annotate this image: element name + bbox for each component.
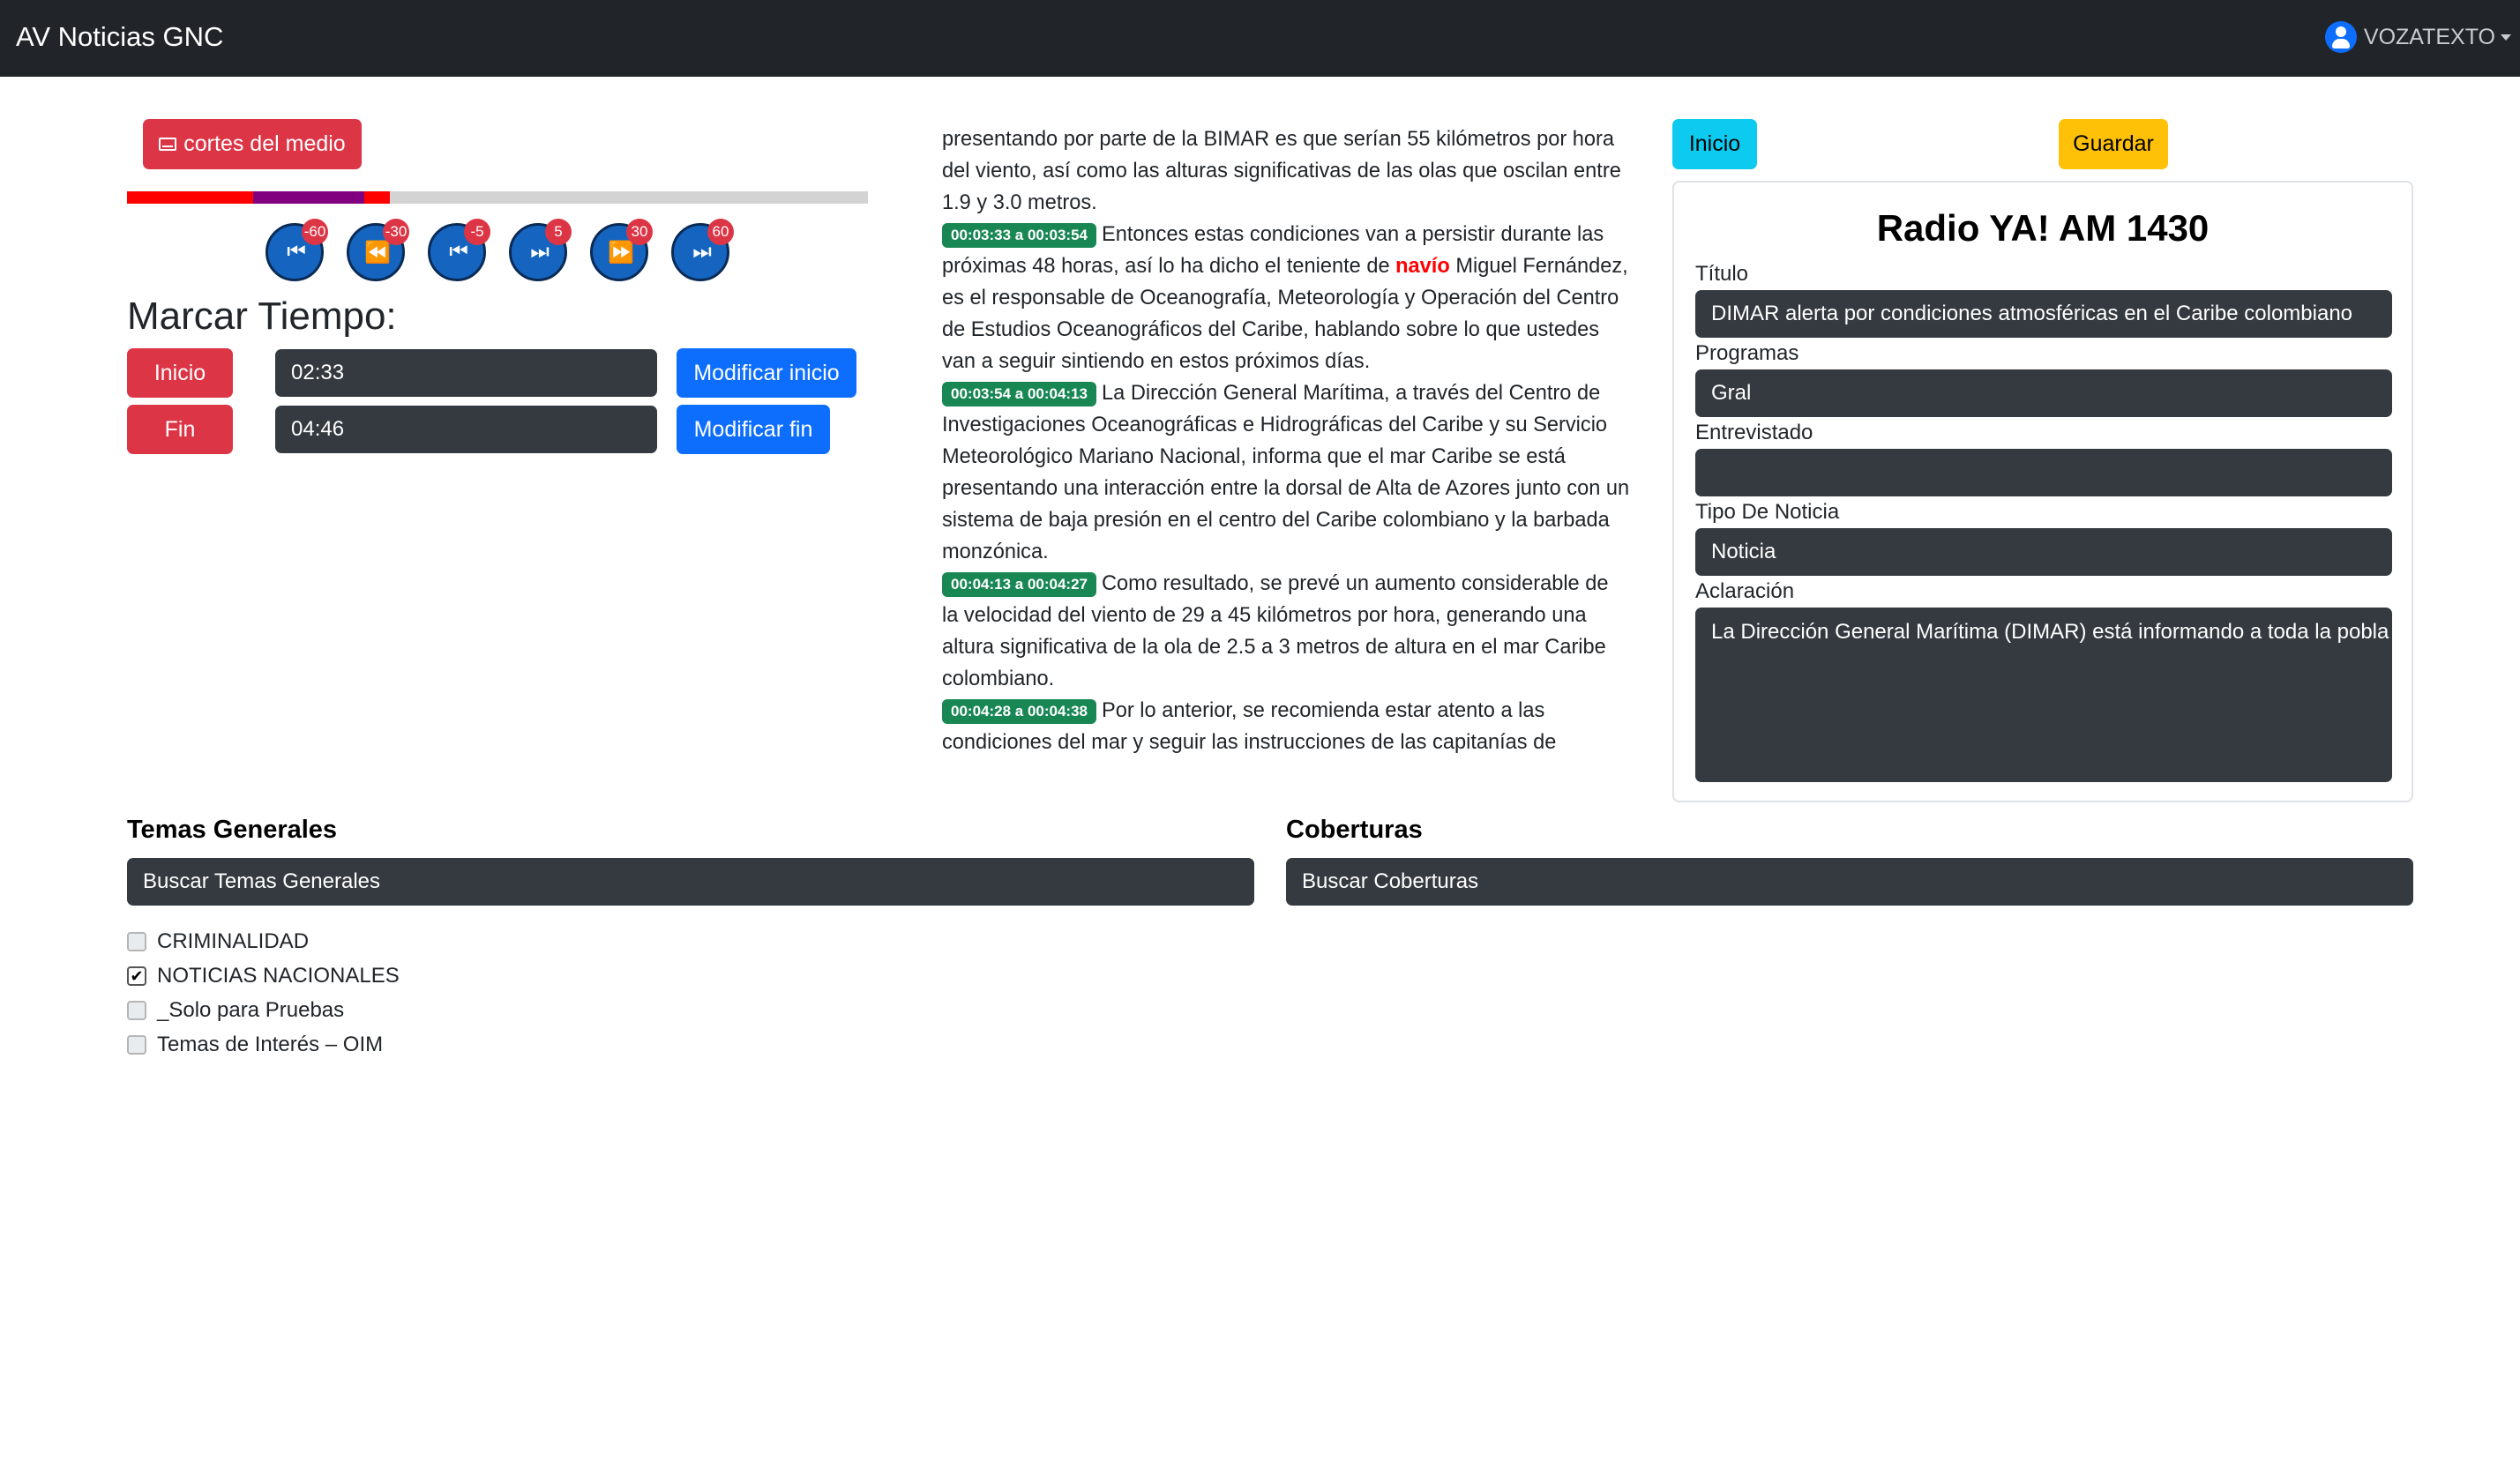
app-brand[interactable]: AV Noticias GNC [16, 21, 223, 53]
checkbox[interactable] [127, 1001, 146, 1020]
transcript-segment: 00:03:54 a 00:04:13 La Dirección General … [942, 377, 1630, 568]
progress-segment [127, 191, 253, 204]
titulo-input[interactable]: DIMAR alerta por condiciones atmosférica… [1695, 290, 2392, 338]
programas-select[interactable]: Gral [1695, 369, 2392, 417]
forward-30-button[interactable]: ⏩ 30 [590, 219, 653, 281]
progress-segment [252, 191, 364, 204]
forward-5-button[interactable]: ⏭ 5 [509, 219, 572, 281]
inicio-time-input[interactable]: 02:33 [275, 349, 657, 397]
user-avatar-icon [2324, 21, 2357, 53]
guardar-button[interactable]: Guardar [2059, 119, 2168, 169]
tema-checkbox-row[interactable]: CRIMINALIDAD [127, 929, 309, 954]
aclaracion-label: Aclaración [1695, 579, 1795, 603]
cortes-icon [159, 138, 177, 151]
tipo-noticia-select[interactable]: Noticia [1695, 528, 2392, 576]
skip-icon: ⏭ [530, 240, 550, 264]
aclaracion-textarea[interactable]: La Dirección General Marítima (DIMAR) es… [1695, 608, 2392, 782]
skip-icon: ⏭ [692, 240, 712, 264]
user-menu[interactable]: VOZATEXTO [2324, 21, 2511, 53]
temas-search-input[interactable]: Buscar Temas Generales [127, 858, 1254, 906]
noticia-form-card: Radio YA! AM 1430 Título DIMAR alerta po… [1672, 181, 2413, 802]
transcript-segment: 00:03:33 a 00:03:54 Entonces estas condic… [942, 219, 1630, 377]
skip-icon: ⏩ [608, 240, 634, 265]
station-title: Radio YA! AM 1430 [1876, 207, 2210, 249]
tema-checkbox-row[interactable]: Temas de Interés – OIM [127, 1033, 383, 1057]
checkbox[interactable]: ✔ [127, 966, 146, 986]
coberturas-title: Coberturas [1286, 816, 1423, 844]
modificar-inicio-button[interactable]: Modificar inicio [677, 348, 856, 398]
programas-label: Programas [1695, 341, 1799, 365]
cortes-button[interactable]: cortes del medio [143, 119, 362, 169]
segment-timestamp[interactable]: 00:04:28 a 00:04:38 [942, 699, 1097, 724]
form-inicio-button[interactable]: Inicio [1672, 119, 1757, 169]
skip-icon: ⏮ [287, 240, 306, 264]
tipo-noticia-label: Tipo De Noticia [1695, 500, 1840, 524]
tema-label: NOTICIAS NACIONALES [157, 964, 400, 988]
tema-label: _Solo para Pruebas [157, 998, 345, 1022]
progress-segment [363, 191, 391, 204]
back-60-button[interactable]: ⏮ -60 [265, 219, 328, 281]
modificar-fin-button[interactable]: Modificar fin [677, 405, 830, 454]
transcript-panel[interactable]: presentando por parte de la BIMAR es que… [942, 123, 1630, 763]
transcript-segment: 00:04:13 a 00:04:27 Como resultado, se pr… [942, 568, 1630, 695]
coberturas-search-input[interactable]: Buscar Coberturas [1286, 858, 2413, 906]
fin-time-input[interactable]: 04:46 [275, 406, 657, 453]
seconds-badge: 30 [626, 219, 653, 245]
skip-icon: ⏪ [364, 240, 391, 265]
segment-text: La Dirección General Marítima, a través … [942, 382, 1630, 563]
marcar-fin-button[interactable]: Fin [127, 405, 233, 454]
top-navbar: AV Noticias GNC VOZATEXTO [0, 0, 2520, 77]
segment-timestamp[interactable]: 00:03:54 a 00:04:13 [942, 382, 1097, 406]
seconds-badge: -30 [383, 219, 409, 245]
entrevistado-label: Entrevistado [1695, 421, 1813, 444]
tema-checkbox-row[interactable]: _Solo para Pruebas [127, 998, 344, 1023]
marcar-inicio-button[interactable]: Inicio [127, 348, 233, 398]
tema-label: Temas de Interés – OIM [157, 1033, 384, 1056]
seconds-badge: -5 [464, 219, 490, 245]
transcript-segment: 00:04:28 a 00:04:38 Por lo anterior, se r… [942, 695, 1630, 758]
highlighted-word: navío [1395, 255, 1450, 278]
checkbox[interactable] [127, 1035, 146, 1055]
segment-timestamp[interactable]: 00:04:13 a 00:04:27 [942, 572, 1097, 597]
transcript-intro: presentando por parte de la BIMAR es que… [942, 128, 1621, 214]
checkbox[interactable] [127, 932, 146, 951]
back-5-button[interactable]: ⏮ -5 [428, 219, 490, 281]
audio-progress-bar[interactable] [127, 191, 868, 204]
seconds-badge: -60 [302, 219, 328, 245]
forward-60-button[interactable]: ⏭ 60 [671, 219, 734, 281]
temas-generales-title: Temas Generales [127, 816, 338, 844]
cortes-button-label: cortes del medio [183, 131, 346, 156]
titulo-label: Título [1695, 262, 1749, 286]
segment-timestamp[interactable]: 00:03:33 a 00:03:54 [942, 223, 1097, 248]
seconds-badge: 60 [707, 219, 734, 245]
skip-icon: ⏮ [449, 240, 468, 264]
tema-checkbox-row[interactable]: ✔ NOTICIAS NACIONALES [127, 964, 400, 988]
tema-label: CRIMINALIDAD [157, 929, 310, 953]
entrevistado-input[interactable] [1695, 449, 2392, 496]
back-30-button[interactable]: ⏪ -30 [347, 219, 409, 281]
user-name: VOZATEXTO [2363, 24, 2495, 49]
dropdown-caret-icon [2501, 34, 2511, 41]
marcar-tiempo-title: Marcar Tiempo: [127, 295, 397, 338]
seconds-badge: 5 [545, 219, 572, 245]
